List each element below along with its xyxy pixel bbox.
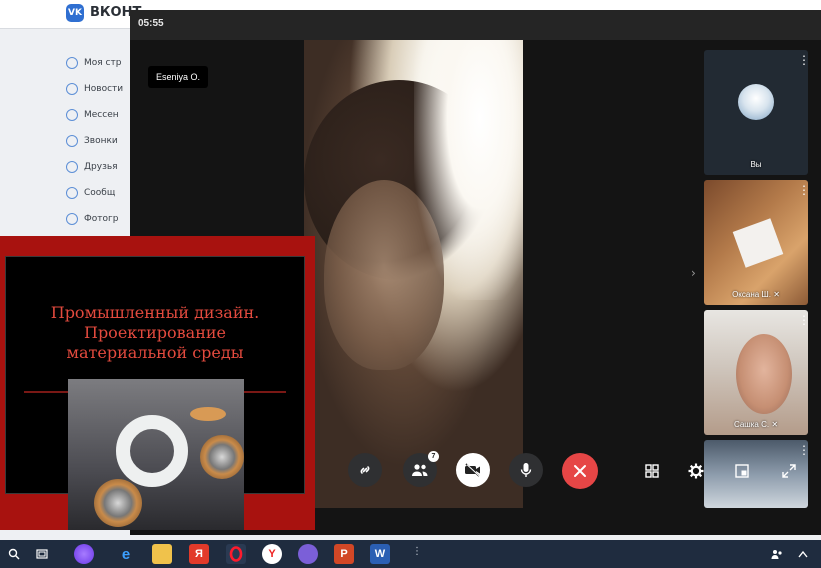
news-icon [66, 83, 78, 95]
vk-logo[interactable]: VK [66, 4, 84, 22]
word-icon[interactable]: W [370, 544, 390, 564]
call-timer: 05:55 [138, 18, 164, 29]
camera-off-icon [465, 463, 481, 477]
settings-button[interactable] [687, 462, 705, 480]
close-icon [574, 465, 586, 477]
alice-icon[interactable] [74, 544, 94, 564]
participant-name: Вы [750, 160, 762, 169]
explorer-icon[interactable] [152, 544, 172, 564]
edge-icon[interactable]: e [116, 544, 136, 564]
avatar [738, 84, 774, 120]
participants-count-badge: 7 [428, 451, 439, 462]
yandex-browser-icon[interactable]: Y [262, 544, 282, 564]
people-tray-icon[interactable] [770, 544, 784, 564]
toggle-mic-button[interactable] [509, 453, 543, 487]
task-view-icon[interactable] [32, 544, 52, 564]
friends-icon [66, 161, 78, 173]
toggle-camera-button[interactable] [456, 453, 490, 487]
slide-title: Промышленный дизайн. Проектирование мате… [50, 303, 260, 362]
chevron-up-icon[interactable] [796, 544, 810, 564]
participant-thumbnail[interactable]: ⋮ Сашка С. ✕ [704, 310, 808, 435]
picture-in-picture-button[interactable] [733, 462, 751, 480]
mic-off-icon: ✕ [771, 420, 779, 429]
participant-thumbnail-self[interactable]: ⋮ Вы [704, 50, 808, 175]
people-icon [412, 464, 428, 476]
end-call-button[interactable] [562, 453, 598, 489]
participant-name: Сашка С. ✕ [733, 420, 779, 429]
more-vertical-icon[interactable]: ⋮ [798, 444, 808, 456]
phone-icon [66, 135, 78, 147]
fullscreen-icon [782, 464, 796, 478]
more-vertical-icon[interactable]: ⋮ [798, 54, 808, 66]
chevron-right-icon[interactable]: › [691, 266, 696, 280]
community-icon [66, 187, 78, 199]
sidebar-item-photos[interactable]: Фотогр [66, 206, 136, 232]
presentation-slide-window[interactable]: Промышленный дизайн. Проектирование мате… [0, 236, 315, 530]
mic-off-icon: ✕ [773, 290, 780, 299]
windows-taskbar: e Я Y P W ⋮ [0, 540, 821, 568]
speaker-name-label: Eseniya O. [148, 66, 209, 88]
participants-button[interactable]: 7 [403, 451, 439, 487]
vk-sidebar: Моя стр Новости Мессен Звонки Друзья Соо… [66, 50, 136, 232]
fullscreen-button[interactable] [780, 462, 798, 480]
taskbar-overflow-icon: ⋮ [412, 546, 422, 557]
more-vertical-icon[interactable]: ⋮ [798, 314, 808, 326]
message-icon [66, 109, 78, 121]
sidebar-item-my-page[interactable]: Моя стр [66, 50, 136, 76]
motorbike-concept-image [68, 379, 244, 530]
microphone-icon [520, 463, 532, 477]
copy-link-button[interactable] [348, 453, 382, 487]
participant-thumbnail[interactable]: ⋮ Оксана Ш. ✕ [704, 180, 808, 305]
sidebar-item-calls[interactable]: Звонки [66, 128, 136, 154]
search-icon[interactable] [4, 544, 24, 564]
photo-icon [66, 213, 78, 225]
pip-icon [735, 464, 749, 478]
sidebar-item-friends[interactable]: Друзья [66, 154, 136, 180]
user-icon [66, 57, 78, 69]
sidebar-item-communities[interactable]: Сообщ [66, 180, 136, 206]
sidebar-item-messenger[interactable]: Мессен [66, 102, 136, 128]
call-top-bar: 05:55 [130, 10, 821, 40]
powerpoint-icon[interactable]: P [334, 544, 354, 564]
viber-icon[interactable] [298, 544, 318, 564]
gear-icon [688, 463, 704, 479]
sidebar-item-news[interactable]: Новости [66, 76, 136, 102]
more-vertical-icon[interactable]: ⋮ [798, 184, 808, 196]
main-speaker-video[interactable] [304, 40, 523, 508]
grid-view-button[interactable] [643, 462, 661, 480]
link-icon [360, 466, 370, 474]
grid-icon [645, 464, 659, 478]
yandex-icon[interactable]: Я [189, 544, 209, 564]
opera-icon[interactable] [226, 544, 246, 564]
participant-name: Оксана Ш. ✕ [732, 290, 780, 299]
